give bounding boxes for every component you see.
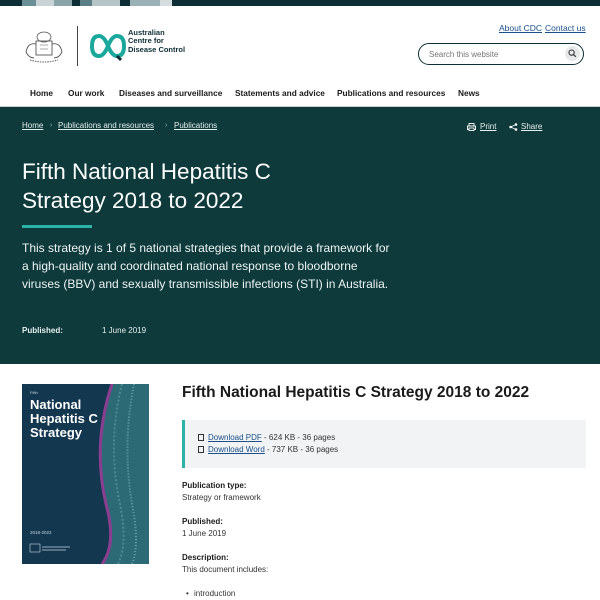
- cover-small-text: Fifth: [30, 390, 38, 395]
- download-word-link[interactable]: Download Word: [208, 445, 265, 454]
- download-row-word: Download Word - 737 KB - 36 pages: [198, 445, 338, 454]
- file-icon: [198, 446, 204, 453]
- nav-item-diseases[interactable]: Diseases and surveillance: [119, 88, 222, 98]
- chevron-right-icon: ›: [50, 122, 53, 129]
- breadcrumb-publications[interactable]: Publications: [174, 121, 217, 130]
- publication-type-value: Strategy or framework: [182, 493, 261, 502]
- title-underline: [22, 225, 92, 228]
- download-row-pdf: Download PDF - 624 KB - 36 pages: [198, 433, 335, 442]
- page-description: This strategy is 1 of 5 national strateg…: [22, 241, 390, 291]
- about-link[interactable]: About CDC: [499, 23, 542, 33]
- published-value: 1 June 2019: [182, 529, 227, 538]
- breadcrumb-publications-resources[interactable]: Publications and resources: [58, 121, 154, 130]
- page-hero: Home › Publications and resources › Publ…: [0, 107, 600, 364]
- org-name: Australian Centre for Disease Control: [128, 28, 186, 54]
- print-icon: [467, 123, 476, 131]
- breadcrumb-home[interactable]: Home: [22, 121, 43, 130]
- nav-item-home[interactable]: Home: [30, 88, 53, 98]
- main-nav: Home Our work Diseases and surveillance …: [0, 82, 600, 107]
- published-date: 1 June 2019: [102, 326, 147, 335]
- contact-link[interactable]: Contact us: [545, 23, 586, 33]
- share-icon: [509, 123, 518, 131]
- published-label: Published:: [22, 326, 63, 335]
- download-pdf-meta: - 624 KB - 36 pages: [261, 433, 336, 442]
- cover-years: 2018-2022: [30, 530, 52, 535]
- search-button[interactable]: [565, 46, 580, 61]
- description-value: This document includes:: [182, 565, 269, 574]
- logo-divider: [77, 26, 78, 66]
- nav-item-publications[interactable]: Publications and resources: [337, 88, 445, 98]
- nav-item-our-work[interactable]: Our work: [68, 88, 104, 98]
- site-header: Australian Centre for Disease Control Ab…: [0, 6, 600, 82]
- cdc-logo-icon[interactable]: [90, 30, 126, 62]
- document-title: Fifth National Hepatitis C Strategy 2018…: [182, 384, 530, 401]
- search-input[interactable]: [427, 46, 561, 63]
- nav-item-news[interactable]: News: [458, 88, 480, 98]
- download-word-meta: - 737 KB - 36 pages: [264, 445, 339, 454]
- file-icon: [198, 434, 204, 441]
- document-cover-image: Fifth National Hepatitis C Strategy 2018…: [22, 384, 149, 564]
- published-label: Published:: [182, 517, 223, 526]
- download-pdf-link[interactable]: Download PDF: [208, 433, 262, 442]
- print-link[interactable]: Print: [480, 122, 496, 131]
- coat-of-arms-logo[interactable]: [22, 28, 66, 66]
- publication-type-label: Publication type:: [182, 481, 247, 490]
- downloads-panel: Download PDF - 624 KB - 36 pages Downloa…: [182, 420, 586, 468]
- search-icon: [568, 49, 577, 58]
- search-box: [418, 43, 584, 65]
- nav-item-statements[interactable]: Statements and advice: [235, 88, 325, 98]
- description-label: Description:: [182, 553, 229, 562]
- share-link[interactable]: Share: [521, 122, 542, 131]
- list-item: introduction: [186, 589, 235, 598]
- cover-title: National Hepatitis C Strategy: [30, 397, 98, 440]
- page-title: Fifth National Hepatitis C Strategy 2018…: [22, 159, 271, 213]
- chevron-right-icon: ›: [165, 122, 168, 129]
